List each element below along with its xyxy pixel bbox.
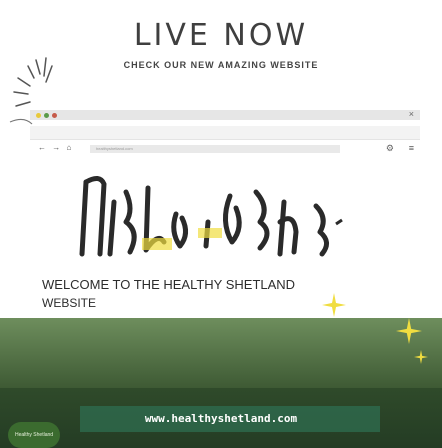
sparkle-icon — [414, 350, 428, 364]
nav-arrows-icon: ← → ⌂ — [38, 143, 74, 152]
welcome-line-2: WEBSITE — [42, 296, 97, 310]
promo-poster: LIVE NOW CHECK OUR NEW AMAZING WEBSITE ×… — [0, 0, 442, 448]
window-dot-icon — [44, 113, 49, 118]
window-dot-icon — [36, 113, 41, 118]
gear-icon: ⚙ — [385, 143, 394, 153]
browser-window-mock: × ← → ⌂ healthyshetland.com ⚙ ≡ — [30, 109, 420, 166]
headline: LIVE NOW — [133, 18, 309, 53]
healthy-shetland-badge: Healthy Shetland — [8, 422, 60, 448]
sparkle-icon — [396, 318, 422, 344]
healthy-shetland-logo — [79, 176, 343, 257]
browser-address-bar: ← → ⌂ healthyshetland.com ⚙ ≡ — [30, 126, 420, 153]
browser-title-bar: × — [30, 109, 420, 120]
window-dot-icon — [52, 113, 57, 118]
photo-sky — [0, 318, 442, 388]
landscape-photo: www.healthyshetland.com Healthy Shetland — [0, 318, 442, 448]
menu-icon: ≡ — [408, 143, 414, 153]
footer-url: www.healthyshetland.com — [144, 412, 298, 425]
browser-url: healthyshetland.com — [90, 145, 340, 153]
subheadline: CHECK OUR NEW AMAZING WEBSITE — [123, 60, 319, 70]
welcome-line-1: WELCOME TO THE HEALTHY SHETLAND — [42, 277, 296, 292]
close-icon: × — [408, 109, 414, 119]
sparkle-icon — [322, 293, 346, 317]
